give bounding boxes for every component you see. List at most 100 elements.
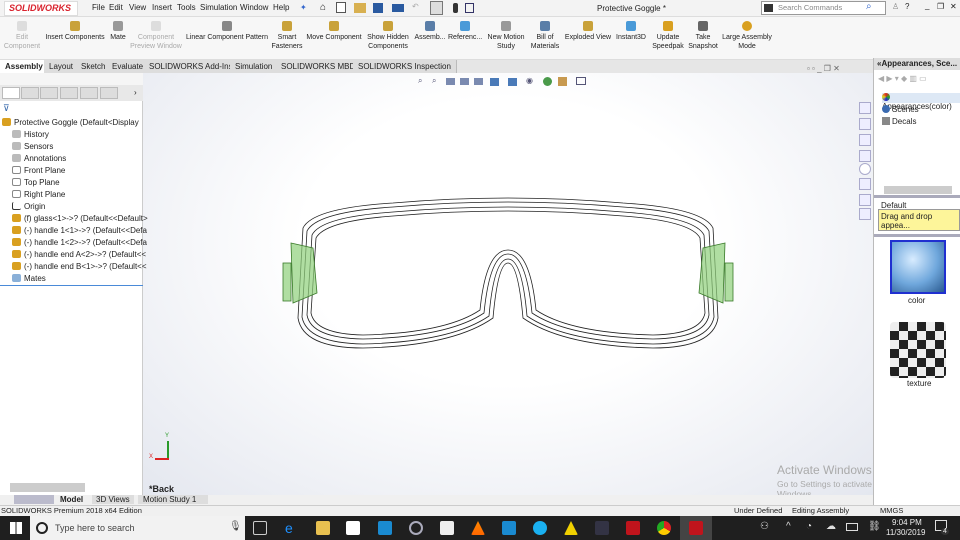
close-icon[interactable]: ✕ — [950, 2, 957, 11]
tree-item-front-plane[interactable]: Front Plane — [12, 166, 150, 175]
onedrive-icon[interactable]: ☁ — [826, 521, 836, 532]
graphics-viewport[interactable]: ⌕ ⌕ ◉ ▫ ▫ _ ❐ ✕ Y X *Back Activate Windo… — [143, 64, 873, 499]
tree-item-handle-1-1[interactable]: (-) handle 1<1>->? (Default<<Defa — [12, 226, 150, 235]
appearances-tab-icon[interactable] — [859, 163, 871, 175]
solidworks-taskbar-icon[interactable] — [626, 521, 640, 535]
reference-geometry-button[interactable]: Referenc... — [448, 21, 482, 42]
taskbar-search-input[interactable]: Type here to search — [30, 516, 245, 540]
resize-handle[interactable] — [874, 234, 960, 237]
battery-icon[interactable] — [846, 523, 858, 531]
tree-item-glass[interactable]: (f) glass<1>->? (Default<<Default> — [12, 214, 150, 223]
tree-item-handle-end-b[interactable]: (-) handle end B<1>->? (Default<< — [12, 262, 150, 271]
previous-view-icon[interactable] — [446, 78, 455, 85]
section-view-icon[interactable] — [460, 78, 469, 85]
task-view-icon[interactable] — [253, 521, 267, 535]
speedometer-icon[interactable] — [409, 521, 423, 535]
mail-icon[interactable] — [440, 521, 454, 535]
edit-appearance-icon[interactable] — [543, 77, 552, 86]
panel-nav-icons[interactable]: ◀ ▶ ▾ ◆ ▥ ▭ — [878, 74, 927, 83]
menu-tools[interactable]: Tools — [177, 3, 196, 12]
menu-file[interactable]: File — [92, 3, 105, 12]
clock-time[interactable]: 9:04 PM — [892, 518, 922, 527]
toolbox-icon[interactable] — [859, 208, 871, 220]
insert-components-button[interactable]: Insert Components — [44, 21, 106, 42]
tab-evaluate[interactable]: Evaluate — [107, 60, 150, 73]
vlc-icon[interactable] — [471, 521, 485, 535]
tab-inspection[interactable]: SOLIDWORKS Inspection — [353, 60, 457, 73]
user-icon[interactable]: ♙ — [892, 2, 899, 11]
windows-start-icon[interactable] — [10, 522, 22, 534]
whatsapp-icon[interactable] — [378, 521, 392, 535]
horizontal-scrollbar[interactable] — [884, 186, 952, 194]
protective-goggle-model[interactable] — [273, 188, 743, 368]
large-assembly-mode-button[interactable]: Large Assembly Mode — [721, 21, 773, 51]
new-motion-study-button[interactable]: New Motion Study — [485, 21, 527, 51]
menu-simulation[interactable]: Simulation — [200, 3, 237, 12]
linear-component-pattern-button[interactable]: Linear Component Pattern — [184, 21, 270, 42]
display-style-icon[interactable] — [508, 78, 517, 86]
zoom-area-icon[interactable]: ⌕ — [432, 76, 436, 86]
microphone-icon[interactable]: 🎙 — [229, 521, 242, 532]
mate-button[interactable]: Mate — [107, 21, 129, 42]
select-icon[interactable] — [430, 1, 443, 15]
tab-simulation[interactable]: Simulation — [230, 60, 279, 73]
undo-icon[interactable]: ↶ — [412, 2, 419, 11]
tab-model[interactable]: Model — [60, 495, 83, 504]
tab-navigation-arrows[interactable] — [14, 495, 54, 504]
app-icon[interactable] — [502, 521, 516, 535]
dimxpert-tab-icon[interactable] — [60, 87, 78, 99]
tree-root[interactable]: Protective Goggle (Default<Display St — [2, 118, 140, 127]
display-manager-tab-icon[interactable] — [80, 87, 98, 99]
tree-item-handle-1-2[interactable]: (-) handle 1<2>->? (Default<<Defa — [12, 238, 150, 247]
tree-item-top-plane[interactable]: Top Plane — [12, 178, 150, 187]
minimize-icon[interactable]: _ — [925, 1, 929, 10]
home-icon[interactable]: ⌂ — [320, 2, 326, 13]
tree-item-annotations[interactable]: Annotations — [12, 154, 150, 163]
cam-tab-icon[interactable] — [100, 87, 118, 99]
app-icon[interactable] — [595, 521, 609, 535]
panel-title[interactable]: «Appearances, Sce... — [874, 58, 960, 70]
skype-icon[interactable] — [533, 521, 547, 535]
menu-window[interactable]: Window — [240, 3, 268, 12]
options-icon[interactable] — [465, 3, 474, 13]
edge-icon[interactable]: e — [285, 521, 299, 535]
pin-icon[interactable]: ✦ — [300, 3, 307, 12]
zoom-to-fit-icon[interactable]: ⌕ — [418, 76, 422, 86]
network-icon[interactable]: ⛓ — [868, 521, 881, 532]
tree-item-sensors[interactable]: Sensors — [12, 142, 150, 151]
chrome-icon[interactable] — [657, 521, 671, 535]
horizontal-scrollbar[interactable] — [10, 483, 85, 492]
view-settings-icon[interactable] — [576, 77, 586, 85]
traffic-light-icon[interactable] — [453, 3, 458, 13]
apply-scene-icon[interactable] — [558, 77, 567, 86]
tab-layout[interactable]: Layout — [44, 60, 80, 73]
tree-item-right-plane[interactable]: Right Plane — [12, 190, 150, 199]
heads-up-view-toolbar[interactable]: ⌕ ⌕ ◉ — [418, 76, 598, 87]
menu-help[interactable]: Help — [273, 3, 289, 12]
tree-item-history[interactable]: History — [12, 130, 150, 139]
restore-icon[interactable]: ❐ — [937, 2, 944, 11]
design-library-icon[interactable] — [859, 118, 871, 130]
tree-item-origin[interactable]: Origin — [12, 202, 150, 211]
save-icon[interactable] — [373, 3, 383, 13]
tree-item-scenes[interactable]: Scenes — [882, 105, 919, 114]
move-component-button[interactable]: Move Component — [305, 21, 363, 42]
configurationmanager-tab-icon[interactable] — [40, 87, 58, 99]
viewport-window-controls[interactable]: ▫ ▫ _ ❐ ✕ — [807, 64, 840, 73]
tab-assembly[interactable]: Assembly — [0, 60, 49, 73]
filter-icon[interactable]: ⊽ — [3, 103, 10, 114]
tree-item-appearances[interactable]: Appearances(color) — [882, 93, 960, 111]
propertymanager-tab-icon[interactable] — [21, 87, 39, 99]
menu-edit[interactable]: Edit — [109, 3, 123, 12]
tab-addins[interactable]: SOLIDWORKS Add-Ins — [144, 60, 239, 73]
hide-show-icon[interactable]: ◉ — [526, 76, 533, 85]
people-icon[interactable]: ⚇ — [760, 521, 769, 532]
store-icon[interactable] — [346, 521, 360, 535]
take-snapshot-button[interactable]: Take Snapshot — [687, 21, 719, 51]
custom-properties-icon[interactable] — [859, 178, 871, 190]
tree-item-mates[interactable]: Mates — [12, 274, 150, 283]
swatch-texture[interactable] — [890, 322, 946, 378]
clock-date[interactable]: 11/30/2019 — [886, 528, 925, 537]
tree-item-handle-end-a[interactable]: (-) handle end A<2>->? (Default<< — [12, 250, 150, 259]
tab-3d-views[interactable]: 3D Views — [92, 495, 134, 504]
